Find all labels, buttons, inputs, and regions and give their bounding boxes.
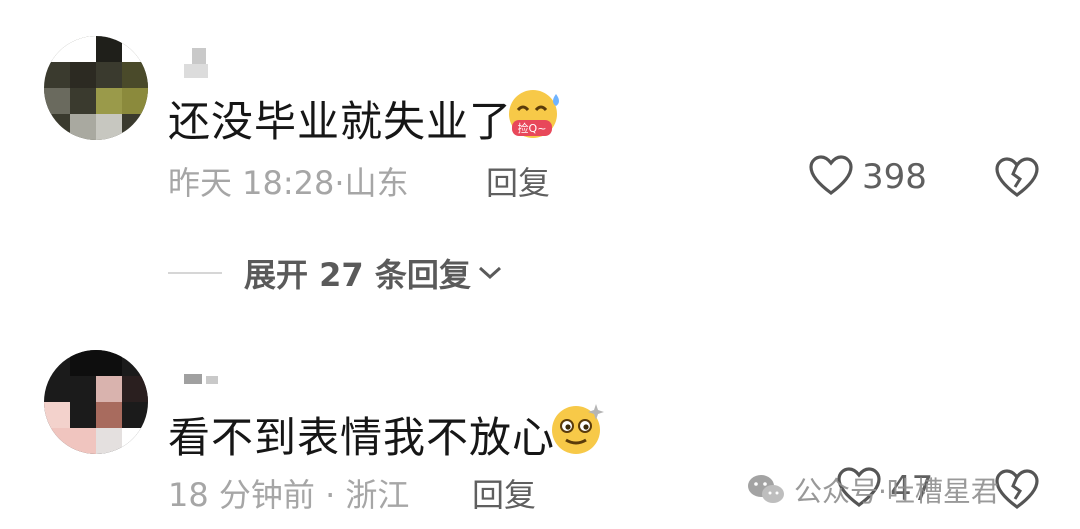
divider xyxy=(168,272,222,274)
wechat-icon xyxy=(746,473,786,507)
comment-text: 看不到表情我不放心 xyxy=(168,413,556,462)
expand-replies-label: 展开 27 条回复 xyxy=(244,256,471,294)
comment-text: 还没毕业就失业了 xyxy=(168,97,513,146)
reply-button[interactable]: 回复 xyxy=(472,470,536,516)
username-redacted[interactable] xyxy=(184,362,244,396)
watermark-text: 公众号·吐槽星君 xyxy=(794,475,999,508)
heart-outline-icon xyxy=(808,154,854,200)
grin-sweat-emoji: 捡Q~ xyxy=(506,88,559,140)
broken-heart-icon xyxy=(994,157,1040,202)
chevron-down-icon xyxy=(477,264,503,282)
meta-separator: · xyxy=(334,164,345,202)
broken-heart-icon xyxy=(994,469,1040,514)
comment-location: 山东 xyxy=(344,164,409,202)
comment-meta: 昨天 18:28·山东 xyxy=(168,158,409,204)
like-button[interactable]: 398 xyxy=(808,154,927,200)
avatar[interactable] xyxy=(44,36,148,140)
reply-button[interactable]: 回复 xyxy=(486,158,550,204)
comment-time: 18 分钟前 xyxy=(168,476,315,514)
watermark: 公众号·吐槽星君 xyxy=(746,470,999,510)
comment-meta: 18 分钟前 · 浙江 xyxy=(168,470,409,516)
meta-separator: · xyxy=(325,476,336,514)
dislike-button[interactable] xyxy=(994,156,1040,202)
dizzy-emoji xyxy=(550,400,604,454)
dislike-button[interactable] xyxy=(994,468,1040,514)
avatar[interactable] xyxy=(44,350,148,454)
svg-text:捡Q~: 捡Q~ xyxy=(518,121,547,135)
comment-time: 昨天 18:28 xyxy=(168,164,335,202)
expand-replies[interactable]: 展开 27 条回复 xyxy=(168,250,503,296)
comment-location: 浙江 xyxy=(345,476,410,514)
username-redacted[interactable] xyxy=(184,48,214,82)
like-count: 398 xyxy=(862,157,927,197)
